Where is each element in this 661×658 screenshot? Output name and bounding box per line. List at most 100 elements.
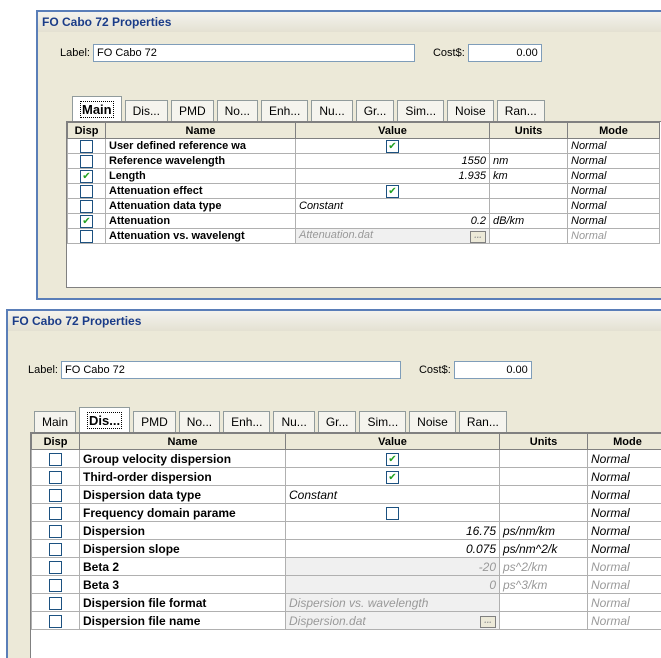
- disp-checkbox[interactable]: [49, 488, 62, 502]
- col-disp[interactable]: Disp: [67, 122, 106, 139]
- tab-graphs[interactable]: Gr...: [355, 100, 395, 122]
- col-value[interactable]: Value: [285, 433, 500, 450]
- param-value[interactable]: 0: [285, 575, 500, 594]
- col-value[interactable]: Value: [295, 122, 490, 139]
- param-mode[interactable]: Normal: [587, 449, 661, 468]
- col-name[interactable]: Name: [105, 122, 296, 139]
- value-checkbox[interactable]: ✔: [386, 452, 399, 466]
- param-units: km: [489, 168, 568, 184]
- param-mode[interactable]: Normal: [567, 228, 660, 244]
- param-mode[interactable]: Normal: [567, 213, 660, 229]
- browse-button[interactable]: ...: [470, 231, 486, 243]
- col-disp[interactable]: Disp: [31, 433, 80, 450]
- param-value[interactable]: Dispersion.dat...: [285, 611, 500, 630]
- param-mode[interactable]: Normal: [567, 183, 660, 199]
- param-mode[interactable]: Normal: [567, 153, 660, 169]
- param-mode[interactable]: Normal: [587, 485, 661, 504]
- param-mode[interactable]: Normal: [587, 611, 661, 630]
- tab-random[interactable]: Ran...: [458, 411, 507, 433]
- disp-checkbox[interactable]: ✔: [80, 169, 93, 183]
- param-value[interactable]: 16.75: [285, 521, 500, 540]
- disp-checkbox[interactable]: [49, 470, 62, 484]
- param-value[interactable]: -20: [285, 557, 500, 576]
- param-mode[interactable]: Normal: [587, 539, 661, 558]
- col-mode[interactable]: Mode: [587, 433, 661, 450]
- param-mode[interactable]: Normal: [587, 467, 661, 486]
- tab-nonlinear[interactable]: No...: [178, 411, 221, 433]
- value-checkbox[interactable]: ✔: [386, 470, 399, 484]
- disp-checkbox[interactable]: [80, 154, 93, 168]
- disp-checkbox[interactable]: [49, 524, 62, 538]
- label-input[interactable]: FO Cabo 72: [60, 361, 401, 379]
- tab-pmd[interactable]: PMD: [133, 411, 176, 433]
- tab-numerical[interactable]: Nu...: [311, 100, 353, 122]
- param-mode[interactable]: Normal: [567, 138, 660, 154]
- col-units[interactable]: Units: [489, 122, 568, 139]
- label-input[interactable]: FO Cabo 72: [92, 44, 415, 62]
- tab-nonlinear[interactable]: No...: [216, 100, 258, 122]
- param-value[interactable]: [285, 503, 500, 522]
- col-mode[interactable]: Mode: [567, 122, 660, 139]
- param-mode[interactable]: Normal: [587, 557, 661, 576]
- param-value[interactable]: Constant: [295, 198, 490, 214]
- disp-checkbox[interactable]: [80, 139, 93, 153]
- param-value[interactable]: ✔: [285, 449, 500, 468]
- parameter-table: Disp Name Value Units Mode Group velocit…: [31, 433, 661, 630]
- disp-checkbox[interactable]: [49, 506, 62, 520]
- disp-checkbox[interactable]: [49, 560, 62, 574]
- param-mode[interactable]: Normal: [587, 575, 661, 594]
- cost-input[interactable]: 0.00: [467, 44, 542, 62]
- param-mode[interactable]: Normal: [587, 503, 661, 522]
- tab-random[interactable]: Ran...: [496, 100, 545, 122]
- tab-pmd[interactable]: PMD: [170, 100, 214, 122]
- tab-simulation[interactable]: Sim...: [359, 411, 407, 433]
- disp-checkbox[interactable]: [80, 229, 93, 243]
- disp-checkbox[interactable]: [49, 614, 62, 628]
- disp-checkbox[interactable]: [80, 184, 93, 198]
- tab-main[interactable]: Main: [72, 96, 122, 122]
- browse-button[interactable]: ...: [480, 615, 496, 628]
- tab-dispersion[interactable]: Dis...: [124, 100, 168, 122]
- param-value[interactable]: Attenuation.dat...: [295, 228, 490, 244]
- tab-noise[interactable]: Noise: [409, 411, 456, 433]
- tab-graphs[interactable]: Gr...: [317, 411, 357, 433]
- tab-enhanced[interactable]: Enh...: [223, 411, 271, 433]
- tab-dispersion[interactable]: Dis...: [79, 407, 131, 433]
- disp-checkbox[interactable]: [49, 542, 62, 556]
- param-mode[interactable]: Normal: [587, 521, 661, 540]
- param-units: ps/nm/km: [499, 521, 588, 540]
- param-value[interactable]: 1550: [295, 153, 490, 169]
- disp-checkbox[interactable]: ✔: [80, 214, 93, 228]
- param-units: ps^3/km: [499, 575, 588, 594]
- param-mode[interactable]: Normal: [567, 198, 660, 214]
- tab-main[interactable]: Main: [34, 411, 77, 433]
- table-row: Dispersion data type Constant Normal: [31, 485, 661, 504]
- param-mode[interactable]: Normal: [587, 593, 661, 612]
- param-value[interactable]: 0.2: [295, 213, 490, 229]
- parameter-table: Disp Name Value Units Mode User defined …: [67, 122, 660, 244]
- value-checkbox[interactable]: ✔: [386, 139, 399, 153]
- param-value[interactable]: 0.075: [285, 539, 500, 558]
- param-value[interactable]: Dispersion vs. wavelength: [285, 593, 500, 612]
- disp-checkbox[interactable]: [49, 596, 62, 610]
- disp-checkbox[interactable]: [49, 452, 62, 466]
- param-value[interactable]: 1.935: [295, 168, 490, 184]
- tab-simulation[interactable]: Sim...: [397, 100, 445, 122]
- cost-input[interactable]: 0.00: [453, 361, 532, 379]
- param-value[interactable]: Constant: [285, 485, 500, 504]
- param-value[interactable]: ✔: [285, 467, 500, 486]
- disp-checkbox[interactable]: [80, 199, 93, 213]
- value-checkbox[interactable]: [386, 506, 399, 520]
- param-value[interactable]: ✔: [295, 138, 490, 154]
- tab-enhanced[interactable]: Enh...: [260, 100, 309, 122]
- col-units[interactable]: Units: [499, 433, 588, 450]
- col-name[interactable]: Name: [79, 433, 286, 450]
- tab-numerical[interactable]: Nu...: [273, 411, 315, 433]
- param-mode[interactable]: Normal: [567, 168, 660, 184]
- tab-noise[interactable]: Noise: [447, 100, 494, 122]
- disp-checkbox[interactable]: [49, 578, 62, 592]
- value-checkbox[interactable]: ✔: [386, 184, 399, 198]
- tab-strip: Main Dis... PMD No... Enh... Nu... Gr...…: [72, 96, 548, 122]
- param-value[interactable]: ✔: [295, 183, 490, 199]
- param-units: [499, 503, 588, 522]
